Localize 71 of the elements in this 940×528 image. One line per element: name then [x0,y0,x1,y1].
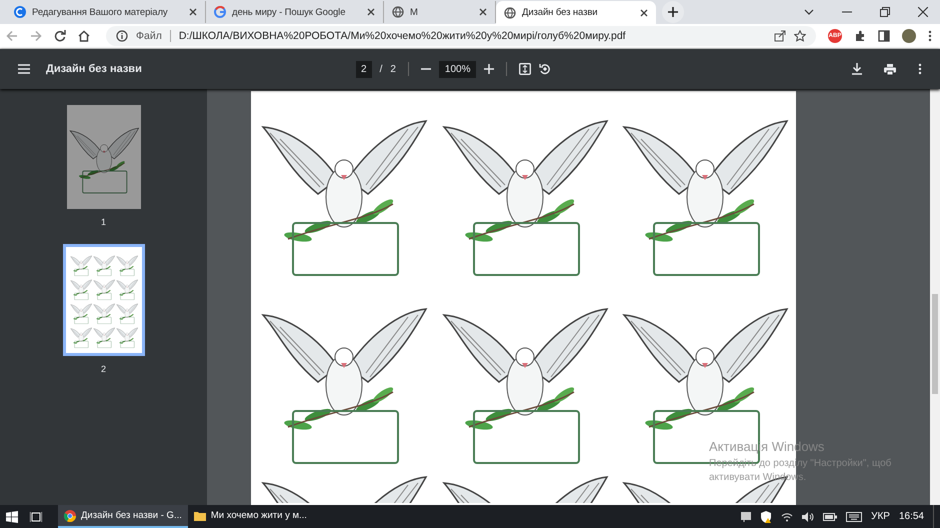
more-icon[interactable] [918,63,922,75]
new-tab-button[interactable] [662,1,684,23]
puzzle-icon[interactable] [854,30,866,42]
site-icon [214,6,226,18]
page-thumbnail[interactable] [62,244,144,356]
page-separator: / [380,64,382,74]
plus-icon [668,7,678,17]
task-view-icon[interactable] [30,510,42,522]
close-icon[interactable] [367,8,375,16]
dove-drawing [70,276,92,300]
page-thumbnail[interactable] [66,105,140,209]
scheme-label: Файл [136,30,162,42]
url-text: D:/ШКОЛА/ВИХОВНА%20РОБОТА/Ми%20хочемо%20жити%20у%20мирі/голуб%20миру.pdf [178,30,626,42]
speaker-icon[interactable] [802,512,814,522]
rotate-icon[interactable] [539,63,552,75]
taskbar-item[interactable]: Ми хочемо жити у м... [188,505,313,528]
globe-icon [504,6,516,18]
dove-drawing [70,300,92,324]
browser-icon [64,510,76,522]
page-number-field[interactable]: 2 [356,60,372,78]
dove-drawing [70,252,92,276]
address-field[interactable]: Файл D:/ШКОЛА/ВИХОВНА%20РОБОТА/Ми%20хочемо%20жити%20у%20мирі/голуб%20миру.pdf [106,26,816,46]
shield-icon[interactable] [760,510,772,522]
reload-icon[interactable] [54,30,66,42]
home-icon[interactable] [78,30,90,42]
dove-drawing [92,300,114,324]
dove-drawing [92,276,114,300]
scrollbar[interactable] [930,89,940,505]
battery-icon[interactable] [823,512,838,520]
dove-drawing [70,324,92,348]
browser-tab[interactable]: день миру - Пошук Google [206,1,384,23]
keyboard-icon[interactable] [846,512,862,522]
print-icon[interactable] [884,64,896,74]
close-icon[interactable] [189,8,197,16]
info-icon[interactable] [116,30,128,42]
dove-drawing [116,276,138,300]
page-number-label: 1 [100,217,106,227]
dove-drawing [116,252,138,276]
star-icon[interactable] [794,30,806,42]
page-count: 2 [390,64,396,74]
page-number-label: 2 [100,364,106,374]
restore-icon[interactable] [880,7,890,17]
taskbar-item[interactable]: Дизайн без назви - G... [58,505,188,528]
share-icon[interactable] [774,30,786,42]
dove-drawing [116,324,138,348]
dove-drawing [116,300,138,324]
minimize-icon[interactable] [842,11,852,13]
wifi-icon[interactable] [781,512,794,522]
document-title: Дизайн без назви [46,63,143,75]
zoom-in-icon[interactable] [484,64,494,74]
menu-icon[interactable] [18,64,30,74]
browser-tab[interactable]: Дизайн без назви [496,1,656,24]
side-panel-icon[interactable] [878,30,890,42]
browser-tab[interactable]: Редагування Вашого матеріалу [6,1,206,23]
more-icon[interactable] [928,30,932,42]
chevron-down-icon[interactable] [804,9,814,15]
avatar[interactable] [902,29,916,43]
clock[interactable]: 16:54 [898,511,924,522]
site-icon [14,6,26,18]
close-icon[interactable] [640,8,648,16]
download-icon[interactable] [852,63,862,75]
dove-drawing [92,324,114,348]
globe-icon [392,6,404,18]
close-icon[interactable] [918,7,928,17]
dove-drawing [92,252,114,276]
zoom-field[interactable]: 100% [438,60,476,78]
close-icon[interactable] [479,8,487,16]
fit-page-icon[interactable] [519,63,532,75]
language-indicator[interactable]: УКР [871,511,890,522]
windows-logo-icon[interactable] [6,510,18,522]
folder-icon [194,510,206,522]
